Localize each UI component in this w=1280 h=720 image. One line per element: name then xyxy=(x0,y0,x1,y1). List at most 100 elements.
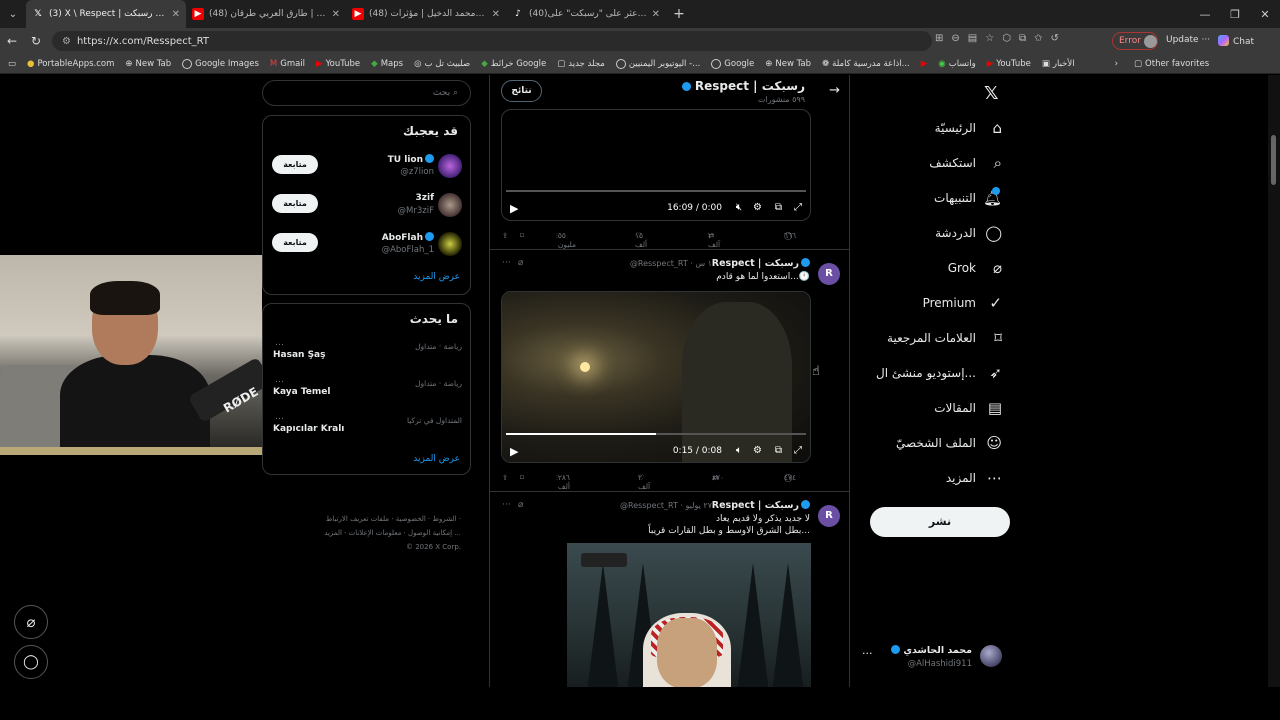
footer-link[interactable]: الشروط xyxy=(433,515,457,523)
footer-link[interactable]: إمكانية الوصول xyxy=(408,529,452,537)
nav-item-more[interactable]: المزيد ⋯ xyxy=(868,464,1018,494)
trend-more-icon[interactable]: … xyxy=(275,412,284,422)
nav-item-notifications[interactable]: التنبيهات 🔔︎ xyxy=(868,184,1018,214)
reply-count[interactable]: ٤٧٤ ◯ xyxy=(784,473,796,482)
follow-button[interactable]: متابعة xyxy=(272,233,318,252)
fullscreen-icon[interactable]: ⤢ xyxy=(794,445,802,456)
close-tab-icon[interactable]: ✕ xyxy=(172,9,180,20)
app-icon[interactable]: ⊞ xyxy=(935,33,943,44)
footer-link[interactable]: الخصوصية xyxy=(396,515,426,523)
nav-item-explore[interactable]: استكشف ⌕ xyxy=(868,149,1018,179)
volume-icon[interactable]: 🔈︎ xyxy=(736,445,742,456)
bookmark-item[interactable]: ▢ مجلد جديد xyxy=(557,59,605,69)
bookmark-item[interactable]: Google xyxy=(711,58,754,69)
bookmarks-overflow-icon[interactable]: › xyxy=(1115,59,1118,69)
like-count[interactable]: ١٥ ألف ♡ xyxy=(635,231,647,249)
video-progress[interactable] xyxy=(506,433,806,435)
repost-count[interactable]: ٨٧٠ ⇄ xyxy=(712,473,724,482)
history-icon[interactable]: ↺ xyxy=(1050,33,1058,44)
tab-x-respect[interactable]: 𝕏 (3) X \ Respect | رسبكت (@Resspect_RT)… xyxy=(26,0,186,28)
close-window-icon[interactable]: ✕ xyxy=(1250,8,1280,21)
scrollbar-thumb[interactable] xyxy=(1271,135,1276,185)
share-icon[interactable]: ⇪ xyxy=(502,473,508,482)
address-bar[interactable]: ⚙ https://x.com/Resspect_RT xyxy=(52,31,932,51)
copilot-chat-button[interactable]: Chat xyxy=(1218,35,1254,47)
video-player[interactable]: ▶ 0:15 / 0:08 🔈︎ ⚙ ⧉ ⤢ xyxy=(501,291,811,463)
show-more-link[interactable]: عرض المزيد xyxy=(413,272,460,282)
more-icon[interactable]: ··· xyxy=(502,500,511,510)
page-scrollbar[interactable] xyxy=(1268,75,1280,687)
play-icon[interactable]: ▶ xyxy=(510,202,518,215)
settings-icon[interactable]: ⚙ xyxy=(753,202,762,213)
play-icon[interactable]: ▶ xyxy=(510,445,518,458)
bookmark-item[interactable]: ❁ اذاعة مدرسية كاملة... xyxy=(822,59,910,69)
nav-item-premium[interactable]: Premium ✓ xyxy=(868,289,1018,319)
results-button[interactable]: نتائج xyxy=(501,80,542,102)
more-icon[interactable]: ··· xyxy=(502,258,511,268)
grok-icon[interactable]: ⌀ xyxy=(518,258,523,268)
nav-item-profile[interactable]: الملف الشخصيّ ☺ xyxy=(868,429,1018,459)
search-input[interactable]: بحث ⌕ xyxy=(262,80,471,106)
trend-item[interactable]: المتداول في تركيا … Kapıcılar Kralı xyxy=(263,412,472,452)
refresh-icon[interactable]: ↻ xyxy=(24,34,48,48)
back-arrow-icon[interactable]: → xyxy=(829,83,840,98)
bookmark-item[interactable]: ▶ YouTube xyxy=(987,59,1031,69)
close-tab-icon[interactable]: ✕ xyxy=(492,9,500,20)
nav-item-articles[interactable]: المقالات ▤ xyxy=(868,394,1018,424)
trend-more-icon[interactable]: … xyxy=(275,338,284,348)
footer-link[interactable]: معلومات الإعلانات xyxy=(349,529,402,537)
bookmark-item[interactable]: ⊕ New Tab xyxy=(125,59,171,69)
back-icon[interactable]: ← xyxy=(0,34,24,48)
bookmark-item[interactable]: ▶ YouTube xyxy=(316,59,360,69)
share-icon[interactable]: ⇪ xyxy=(502,231,508,240)
bookmark-item[interactable]: ▶ xyxy=(921,59,928,69)
account-switcher[interactable]: محمد الحاشدي @AlHashidi911 ··· xyxy=(862,641,1018,677)
tab-tiktok[interactable]: ♪ (40)اعثر على "رسبكت" على TikTok ✕ xyxy=(506,0,666,28)
reader-icon[interactable]: ▤ xyxy=(968,33,977,44)
views-count[interactable]: ⫶ ٥٥ مليون xyxy=(556,231,576,249)
settings-icon[interactable]: ⚙ xyxy=(753,445,762,456)
nav-item-chat[interactable]: الدردشة ◯ xyxy=(868,219,1018,249)
nav-item-home[interactable]: الرئيسيّة ⌂ xyxy=(868,114,1018,144)
tweet[interactable]: R Respect | رسبكت @Resspect_RT · ١ س ···… xyxy=(490,255,849,495)
nav-item-bookmarks[interactable]: العلامات المرجعية ⌑ xyxy=(868,324,1018,354)
close-tab-icon[interactable]: ✕ xyxy=(652,9,660,20)
popout-icon[interactable]: ⧉ xyxy=(775,202,782,213)
tab-youtube-2[interactable]: ▶ (48) شيلة مشينا | محمد الدخيل | مؤثرات… xyxy=(346,0,506,28)
bookmark-item[interactable]: ● PortableApps.com xyxy=(27,59,114,69)
minimize-icon[interactable]: — xyxy=(1190,8,1220,21)
zoom-icon[interactable]: ⊖ xyxy=(951,33,959,44)
bookmark-item[interactable]: ◆ خرائط Google xyxy=(481,59,546,69)
other-favorites[interactable]: ▢ Other favorites xyxy=(1134,59,1209,69)
video-progress[interactable] xyxy=(506,190,806,192)
bookmark-item[interactable]: ◉ واتساب xyxy=(938,59,975,69)
bookmark-icon[interactable]: ⌑ xyxy=(520,231,524,240)
footer-link[interactable]: ملفات تعريف الارتباط xyxy=(326,515,389,523)
grok-float-button[interactable]: ⌀ xyxy=(14,605,48,639)
reply-count[interactable]: ٦٦٦ ◯ xyxy=(784,231,796,240)
show-more-link[interactable]: عرض المزيد xyxy=(413,454,460,464)
follow-suggestion[interactable]: 3zif @Mr3ziF متابعة xyxy=(263,189,472,223)
x-logo-icon[interactable]: 𝕏 xyxy=(984,83,999,104)
chat-float-button[interactable]: ◯ xyxy=(14,645,48,679)
video-player[interactable]: ▶ 16:09 / 0:00 🔇︎ ⚙ ⧉ ⤢ xyxy=(501,109,811,221)
favorite-star-icon[interactable]: ☆ xyxy=(985,33,994,44)
grok-icon[interactable]: ⌀ xyxy=(518,500,523,510)
trend-more-icon[interactable]: … xyxy=(275,375,284,385)
favorites-icon[interactable]: ✩ xyxy=(1034,33,1042,44)
mute-icon[interactable]: 🔇︎ xyxy=(736,202,742,213)
follow-suggestion[interactable]: TU lion @z7lion متابعة xyxy=(263,150,472,184)
bookmark-item[interactable]: ⊕ New Tab xyxy=(765,59,811,69)
profile-error-button[interactable]: Error xyxy=(1112,32,1158,50)
update-button[interactable]: Update ··· xyxy=(1166,35,1210,45)
tweet-image[interactable] xyxy=(567,543,811,687)
bookmark-item[interactable]: M Gmail xyxy=(270,59,305,69)
bookmark-icon[interactable]: ⌑ xyxy=(520,473,524,482)
bookmark-item[interactable]: ◆ Maps xyxy=(371,59,403,69)
site-info-icon[interactable]: ⚙ xyxy=(62,36,71,47)
new-tab-button[interactable]: + xyxy=(666,6,692,22)
popout-icon[interactable]: ⧉ xyxy=(775,445,782,456)
like-count[interactable]: ٢ آلف ♡ xyxy=(638,473,650,491)
bookmark-item[interactable]: Google Images xyxy=(182,58,259,69)
tweet[interactable]: R Respect | رسبكت @Resspect_RT · ٢٧ يولي… xyxy=(490,497,849,687)
